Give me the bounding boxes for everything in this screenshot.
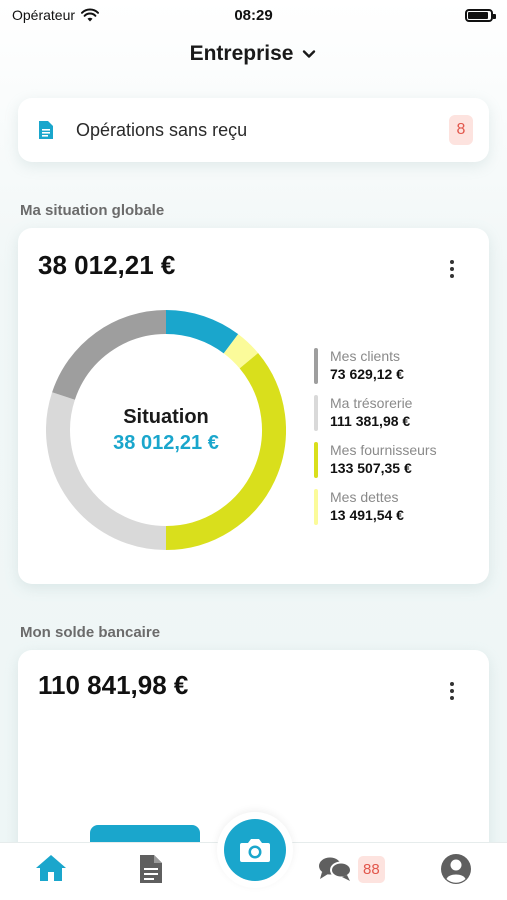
- situation-section-title: Ma situation globale: [20, 202, 165, 219]
- donut-center-amount: 38 012,21 €: [113, 431, 219, 454]
- camera-fab-wrap: [217, 812, 293, 888]
- legend-item-dettes: Mes dettes 13 491,54 €: [314, 489, 437, 525]
- legend-item-clients: Mes clients 73 629,12 €: [314, 348, 437, 384]
- legend-swatch: [314, 395, 318, 431]
- bank-section-title: Mon solde bancaire: [20, 624, 161, 641]
- status-bar: Opérateur 08:29: [0, 0, 507, 30]
- legend-value: 73 629,12 €: [330, 366, 404, 382]
- legend-item-tresorerie: Ma trésorerie 111 381,98 €: [314, 395, 437, 431]
- wifi-icon: [81, 8, 100, 22]
- legend-swatch: [314, 348, 318, 384]
- legend-label: Mes dettes: [330, 489, 399, 505]
- operations-label: Opérations sans reçu: [76, 119, 248, 140]
- situation-card[interactable]: 38 012,21 € Situation 38 012,21 € Mes cl…: [18, 228, 489, 584]
- situation-legend: Mes clients 73 629,12 € Ma trésorerie 11…: [314, 348, 437, 536]
- legend-label: Mes clients: [330, 348, 401, 364]
- profile-icon: [441, 854, 471, 884]
- battery-fill: [468, 11, 488, 19]
- page-title: Entreprise: [189, 42, 294, 65]
- messages-count-badge: 88: [358, 855, 385, 883]
- legend-item-fournisseurs: Mes fournisseurs 133 507,35 €: [314, 442, 437, 478]
- legend-swatch: [314, 489, 318, 525]
- tab-home[interactable]: [34, 853, 68, 883]
- legend-value: 13 491,54 €: [330, 507, 404, 523]
- document-icon: [39, 121, 53, 139]
- chat-icon: [319, 857, 352, 881]
- chevron-down-icon: [303, 50, 316, 58]
- home-icon: [36, 855, 66, 881]
- battery-icon: [465, 8, 496, 22]
- bank-amount: 110 841,98 €: [38, 670, 189, 700]
- legend-value: 111 381,98 €: [330, 413, 411, 429]
- donut-center: Situation 38 012,21 €: [46, 310, 286, 550]
- camera-button[interactable]: [224, 819, 286, 881]
- legend-label: Ma trésorerie: [330, 395, 413, 411]
- carrier-label: Opérateur: [12, 7, 76, 23]
- legend-label: Mes fournisseurs: [330, 442, 437, 458]
- operations-count-badge: 8: [449, 115, 473, 145]
- document-icon: [140, 855, 162, 883]
- situation-more-icon[interactable]: [449, 260, 455, 278]
- tab-documents[interactable]: [138, 853, 164, 885]
- bank-more-icon[interactable]: [449, 682, 455, 700]
- situation-amount: 38 012,21 €: [38, 250, 176, 280]
- tab-profile[interactable]: [440, 853, 472, 885]
- tab-messages[interactable]: 88: [318, 855, 385, 883]
- status-left: Opérateur: [12, 7, 100, 23]
- camera-icon: [240, 839, 270, 862]
- donut-center-title: Situation: [123, 405, 209, 428]
- company-selector[interactable]: Entreprise: [0, 36, 507, 72]
- operations-card[interactable]: Opérations sans reçu 8: [18, 98, 489, 162]
- legend-value: 133 507,35 €: [330, 460, 412, 476]
- legend-swatch: [314, 442, 318, 478]
